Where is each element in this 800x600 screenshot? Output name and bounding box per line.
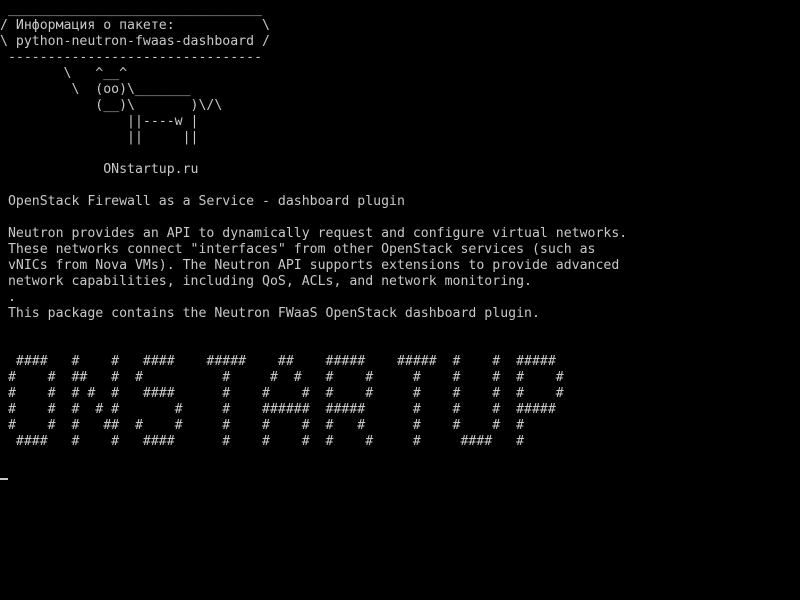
cow-art-line-1: \ ^__^ bbox=[0, 66, 128, 81]
banner-art-line-1: #### # # #### ##### ## ##### ##### # # #… bbox=[0, 354, 556, 369]
banner-art-line-2: # # ## # # # # # # # # # # # # bbox=[0, 370, 564, 385]
description-line-2: These networks connect "interfaces" from… bbox=[0, 242, 596, 257]
description-separator: . bbox=[0, 290, 16, 305]
banner-art-line-5: # # # ## # # # # # # # # # # # bbox=[0, 418, 525, 433]
cow-art-line-5: || || bbox=[0, 130, 199, 145]
description-line-1: Neutron provides an API to dynamically r… bbox=[0, 226, 628, 241]
terminal-output: ________________________________ / Инфор… bbox=[0, 2, 800, 450]
package-summary: OpenStack Firewall as a Service - dashbo… bbox=[0, 194, 405, 209]
cowsay-bottom-border: -------------------------------- bbox=[0, 50, 263, 65]
terminal-screen[interactable]: ________________________________ / Инфор… bbox=[0, 0, 800, 600]
cow-art-line-3: (__)\ )\/\ bbox=[0, 98, 223, 113]
description-line-4: network capabilities, including QoS, ACL… bbox=[0, 274, 532, 289]
banner-art-line-3: # # # # # #### # # # # # # # # # # bbox=[0, 386, 564, 401]
cow-art-line-4: ||----w | bbox=[0, 114, 199, 129]
text-cursor bbox=[0, 478, 8, 480]
cowsay-package-name: \ python-neutron-fwaas-dashboard / bbox=[0, 34, 270, 49]
cowsay-top-border: ________________________________ bbox=[0, 2, 263, 17]
site-name: ONstartup.ru bbox=[0, 162, 199, 177]
banner-art-line-4: # # # # # # # ###### ##### # # # ##### bbox=[0, 402, 556, 417]
description-line-5: This package contains the Neutron FWaaS … bbox=[0, 306, 540, 321]
cowsay-info-line: / Информация о пакете: \ bbox=[0, 18, 270, 33]
cow-art-line-2: \ (oo)\_______ bbox=[0, 82, 191, 97]
banner-art-line-6: #### # # #### # # # # # # #### # bbox=[0, 434, 525, 449]
description-line-3: vNICs from Nova VMs). The Neutron API su… bbox=[0, 258, 620, 273]
